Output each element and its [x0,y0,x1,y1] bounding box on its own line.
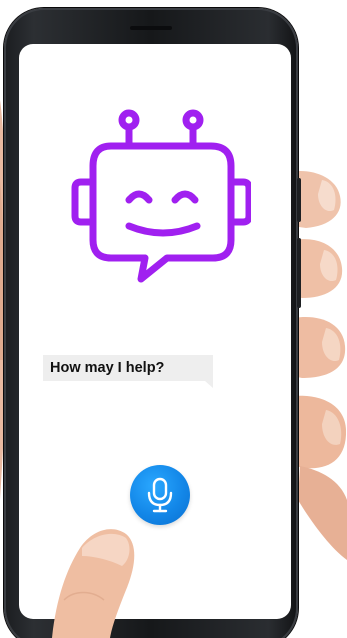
chatbot-face-icon [71,109,251,283]
phone-screen: How may I help? [19,44,291,619]
smartphone: How may I help? [4,8,301,638]
photo-stage: How may I help? [0,0,347,638]
earpiece-speaker [130,26,172,30]
bubble-tail [205,381,213,388]
assistant-prompt-text: How may I help? [50,360,165,376]
microphone-button[interactable] [130,465,190,525]
assistant-prompt-bubble: How may I help? [43,355,213,381]
power-button [297,238,301,308]
volume-button [297,178,301,222]
microphone-icon [147,477,173,513]
